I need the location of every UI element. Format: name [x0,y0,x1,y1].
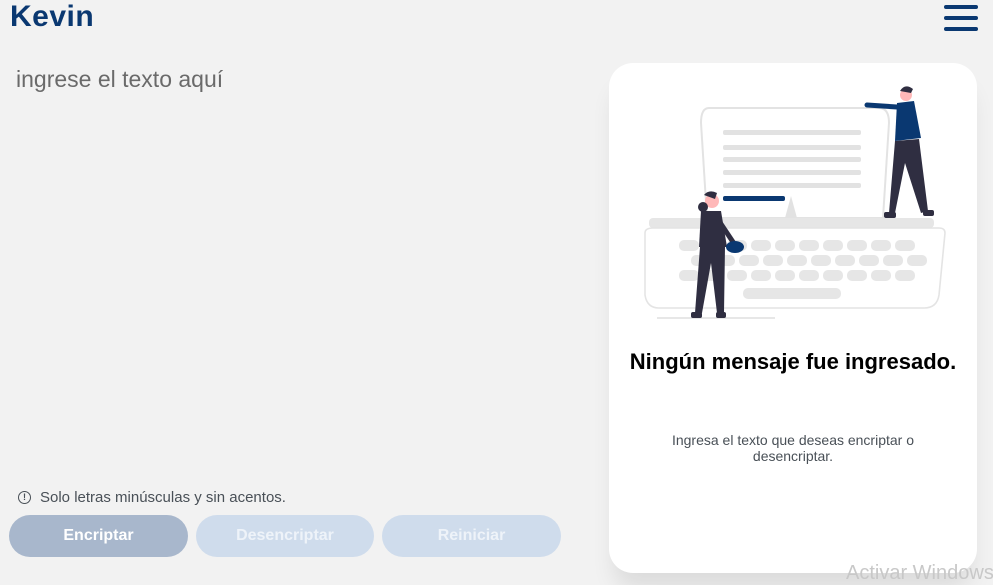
input-hint: ! Solo letras minúsculas y sin acentos. [18,489,286,506]
info-icon: ! [18,491,31,504]
hamburger-menu-icon[interactable] [944,5,978,31]
typewriter-illustration [644,86,946,319]
logo: Kevin [10,0,95,33]
decrypt-button[interactable]: Desencriptar [196,515,374,557]
windows-activation-watermark: Activar Windows [846,562,993,584]
message-input[interactable] [16,66,586,466]
empty-message-title: Ningún mensaje fue ingresado. [629,349,957,374]
reset-button[interactable]: Reiniciar [382,515,561,557]
hint-text: Solo letras minúsculas y sin acentos. [40,489,286,506]
output-panel: Ningún mensaje fue ingresado. Ingresa el… [609,63,977,573]
encrypt-button[interactable]: Encriptar [9,515,188,557]
empty-message-description: Ingresa el texto que deseas encriptar o … [671,432,915,464]
